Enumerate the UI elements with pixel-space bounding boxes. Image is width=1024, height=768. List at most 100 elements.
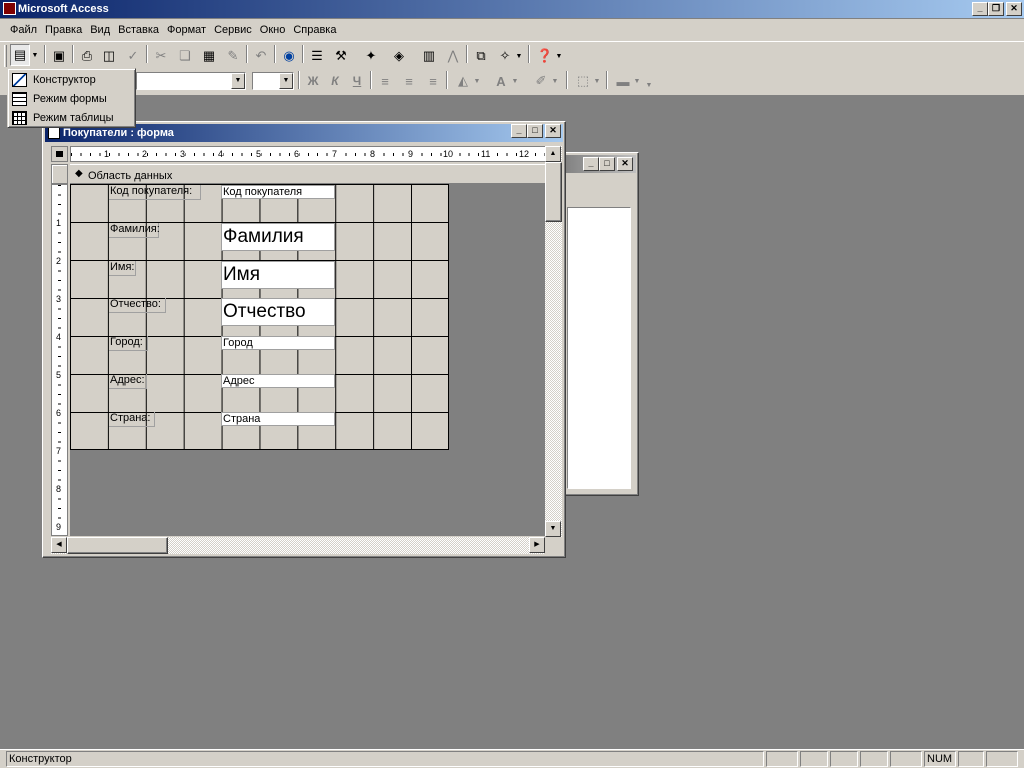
special-effect-dropdown-icon[interactable]: ▼ bbox=[644, 74, 654, 96]
border-style-icon[interactable]: ⬚ bbox=[572, 70, 594, 92]
line-color-icon[interactable]: ✐ bbox=[530, 70, 552, 92]
scroll-corner bbox=[545, 537, 562, 554]
close-button[interactable]: ✕ bbox=[1006, 2, 1022, 16]
label-last-name[interactable]: Фамилия: bbox=[109, 223, 160, 238]
menu-help[interactable]: Справка bbox=[289, 21, 340, 39]
ruler-number: 5 bbox=[56, 370, 62, 380]
spelling-icon[interactable]: ✓ bbox=[122, 45, 144, 67]
format-painter-icon[interactable]: ✎ bbox=[222, 45, 244, 67]
new-object-icon[interactable]: ✧ bbox=[494, 45, 516, 67]
font-size-combo[interactable]: ▼ bbox=[252, 72, 294, 90]
view-dropdown-arrow-icon[interactable]: ▼ bbox=[30, 44, 40, 66]
menu-window[interactable]: Окно bbox=[256, 21, 290, 39]
bg-minimize-button[interactable]: _ bbox=[583, 157, 599, 171]
chevron-down-icon[interactable]: ▼ bbox=[231, 73, 245, 89]
menu-item-form-view[interactable]: Режим формы bbox=[8, 90, 135, 109]
textbox-country[interactable]: Страна bbox=[221, 412, 335, 426]
status-panel-8 bbox=[986, 751, 1018, 767]
menu-view[interactable]: Вид bbox=[86, 21, 114, 39]
font-color-icon[interactable]: A bbox=[490, 70, 512, 92]
hyperlink-icon[interactable]: ◉ bbox=[278, 45, 300, 67]
textbox-patronymic[interactable]: Отчество bbox=[221, 298, 335, 326]
view-icon[interactable]: ▤ bbox=[10, 44, 30, 66]
save-icon[interactable]: ▣ bbox=[48, 45, 70, 67]
ruler-number: 3 bbox=[56, 294, 62, 304]
database-window-icon[interactable]: ⧉ bbox=[470, 45, 492, 67]
restore-button[interactable]: ❐ bbox=[988, 2, 1004, 16]
toolbox-icon[interactable]: ⚒ bbox=[330, 45, 352, 67]
status-panel-2 bbox=[800, 751, 828, 767]
menu-tools[interactable]: Сервис bbox=[210, 21, 256, 39]
vertical-scroll-thumb[interactable] bbox=[545, 162, 562, 222]
section-selector[interactable] bbox=[51, 164, 68, 184]
label-city[interactable]: Город: bbox=[109, 336, 148, 351]
status-num: NUM bbox=[924, 751, 956, 767]
label-customer-code[interactable]: Код покупателя: bbox=[109, 185, 201, 200]
paste-icon[interactable]: ▦ bbox=[198, 45, 220, 67]
scroll-up-button[interactable]: ▲ bbox=[545, 146, 561, 162]
border-style-dropdown-icon[interactable]: ▼ bbox=[592, 70, 602, 92]
bg-close-button[interactable]: ✕ bbox=[617, 157, 633, 171]
print-icon[interactable]: ⎙ bbox=[76, 45, 98, 67]
ruler-number: 9 bbox=[408, 149, 414, 159]
line-width-icon[interactable]: ▬ bbox=[612, 70, 634, 92]
menu-item-datasheet-view[interactable]: Режим таблицы bbox=[8, 109, 135, 128]
properties-icon[interactable]: ▥ bbox=[418, 45, 440, 67]
line-color-dropdown-icon[interactable]: ▼ bbox=[550, 70, 560, 92]
scroll-left-button[interactable]: ◀ bbox=[51, 537, 67, 553]
background-window[interactable] bbox=[560, 152, 639, 496]
chevron-down-icon[interactable]: ▼ bbox=[279, 73, 293, 89]
menu-file[interactable]: Файл bbox=[6, 21, 41, 39]
label-first-name[interactable]: Имя: bbox=[109, 261, 136, 276]
help-icon[interactable]: ❓ bbox=[534, 45, 556, 67]
menu-item-label: Режим формы bbox=[33, 93, 107, 105]
help-dropdown-icon[interactable]: ▼ bbox=[554, 45, 564, 67]
line-width-dropdown-icon[interactable]: ▼ bbox=[632, 70, 642, 92]
menu-edit[interactable]: Правка bbox=[41, 21, 86, 39]
code-icon[interactable]: ◈ bbox=[388, 45, 410, 67]
bg-maximize-button[interactable]: □ bbox=[599, 157, 615, 171]
bold-button[interactable]: Ж bbox=[302, 70, 324, 92]
form-minimize-button[interactable]: _ bbox=[511, 124, 527, 138]
ruler-number: 2 bbox=[142, 149, 148, 159]
form-maximize-button[interactable]: □ bbox=[527, 124, 543, 138]
align-left-icon[interactable]: ≡ bbox=[374, 70, 396, 92]
copy-icon[interactable]: ❏ bbox=[174, 45, 196, 67]
label-address[interactable]: Адрес: bbox=[109, 374, 147, 389]
scroll-down-button[interactable]: ▼ bbox=[545, 521, 561, 537]
undo-icon[interactable]: ↶ bbox=[250, 45, 272, 67]
fill-color-icon[interactable]: ◭ bbox=[452, 70, 474, 92]
scroll-right-button[interactable]: ▶ bbox=[529, 537, 545, 553]
textbox-city[interactable]: Город bbox=[221, 336, 335, 350]
menu-insert[interactable]: Вставка bbox=[114, 21, 163, 39]
font-name-combo[interactable]: ▼ bbox=[136, 72, 246, 90]
label-patronymic[interactable]: Отчество: bbox=[109, 298, 166, 313]
autoformat-icon[interactable]: ✦ bbox=[360, 45, 382, 67]
form-close-button[interactable]: ✕ bbox=[545, 124, 561, 138]
align-right-icon[interactable]: ≡ bbox=[422, 70, 444, 92]
italic-button[interactable]: К bbox=[324, 70, 346, 92]
cut-icon[interactable]: ✂ bbox=[150, 45, 172, 67]
label-country[interactable]: Страна: bbox=[109, 412, 155, 427]
minimize-button[interactable]: _ bbox=[972, 2, 988, 16]
font-color-dropdown-icon[interactable]: ▼ bbox=[510, 70, 520, 92]
fill-color-dropdown-icon[interactable]: ▼ bbox=[472, 70, 482, 92]
menu-item-design-view[interactable]: Конструктор bbox=[8, 71, 135, 90]
access-logo-icon bbox=[3, 2, 16, 15]
horizontal-scroll-thumb[interactable] bbox=[67, 537, 168, 554]
build-icon[interactable]: ⋀ bbox=[442, 45, 464, 67]
ruler-corner[interactable] bbox=[51, 146, 68, 162]
menu-format[interactable]: Формат bbox=[163, 21, 210, 39]
align-center-icon[interactable]: ≡ bbox=[398, 70, 420, 92]
textbox-address[interactable]: Адрес bbox=[221, 374, 335, 388]
textbox-last-name[interactable]: Фамилия bbox=[221, 223, 335, 251]
underline-button[interactable]: Ч bbox=[346, 70, 368, 92]
new-object-dropdown-icon[interactable]: ▼ bbox=[514, 45, 524, 67]
section-header[interactable]: ◆ Область данных bbox=[70, 164, 546, 184]
textbox-first-name[interactable]: Имя bbox=[221, 261, 335, 289]
form-window-title: Покупатели : форма bbox=[63, 127, 174, 139]
ruler-number: 8 bbox=[370, 149, 376, 159]
print-preview-icon[interactable]: ◫ bbox=[98, 45, 120, 67]
textbox-customer-code[interactable]: Код покупателя bbox=[221, 185, 335, 199]
field-list-icon[interactable]: ☰ bbox=[306, 45, 328, 67]
